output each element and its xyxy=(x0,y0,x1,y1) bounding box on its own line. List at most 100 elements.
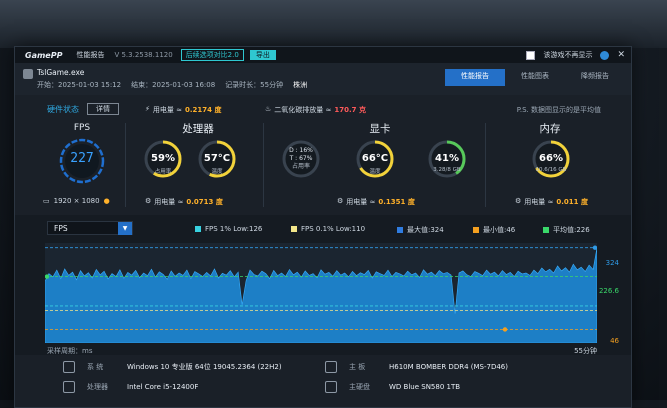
gpu-title: 显卡 xyxy=(369,123,391,135)
memory-usage-value: 66% xyxy=(539,153,563,164)
total-power-label: 用电量 ≈ xyxy=(152,106,183,114)
legend-swatch xyxy=(195,226,201,232)
gamepp-report-window: GamePP 性能报告 V 5.3.2538.1120 后续选项对比2.0 导出… xyxy=(14,46,632,408)
hardware-header: 硬件状态 详情 xyxy=(47,103,119,115)
gpu-power-value: 0.1351 度 xyxy=(378,198,415,206)
tab-performance-chart[interactable]: 性能图表 xyxy=(505,69,565,86)
gpu-section: 显卡 xyxy=(285,121,475,136)
legend-label: 最大值:324 xyxy=(407,226,444,234)
fps-chart-panel: FPS ▼ FPS 1% Low:126 FPS 0.1% Low:110 最大… xyxy=(15,215,631,355)
legend-swatch xyxy=(473,227,479,233)
monitor-icon: ▭ xyxy=(43,197,50,205)
legend-label: 平均值:226 xyxy=(553,226,590,234)
resolution-row: ▭ 1920 × 1080 ● xyxy=(43,197,110,205)
system-cpu-value: Intel Core i5-12400F xyxy=(127,383,199,391)
cpu-temp-label: 温度 xyxy=(211,169,223,175)
hardware-status-label: 硬件状态 xyxy=(47,104,79,114)
cpu-section: 处理器 xyxy=(143,121,253,136)
divider xyxy=(125,123,126,207)
game-name: TslGame.exe xyxy=(37,68,85,77)
window-title: 性能报告 xyxy=(76,51,105,59)
start-time: 开始：2025-01-03 15:12 xyxy=(37,81,122,89)
memory-power-value: 0.011 度 xyxy=(556,198,588,206)
co2-emission: ♨ 二氧化碳排放量 ≈ 170.7 克 xyxy=(265,105,366,115)
system-os-value: Windows 10 专业版 64位 19045.2364 (22H2) xyxy=(127,363,282,371)
cpu-power: ⚙ 用电量 ≈ 0.0713 度 xyxy=(145,197,223,207)
cpu-power-value: 0.0713 度 xyxy=(186,198,223,206)
dont-show-checkbox[interactable] xyxy=(526,50,536,60)
system-board-row: 主 板 H610M BOMBER DDR4 (MS-7D46) xyxy=(325,361,508,373)
system-cpu-row: 处理器 Intel Core i5-12400F xyxy=(63,381,198,393)
gpu-d-usage: D : 16% xyxy=(289,147,313,154)
windows-icon xyxy=(63,361,75,373)
system-board-value: H610M BOMBER DDR4 (MS-7D46) xyxy=(389,363,508,371)
game-session-info: 开始：2025-01-03 15:12 结束：2025-01-03 16:08 … xyxy=(37,80,307,90)
background-photo xyxy=(0,0,667,48)
total-power-value: 0.2174 度 xyxy=(185,106,222,114)
metric-select[interactable]: FPS ▼ xyxy=(47,221,133,235)
gpu-usage-text: D : 16% T : 67% 占用率 xyxy=(281,147,321,171)
fps-chart xyxy=(45,243,597,343)
legend-1pct-low: FPS 1% Low:126 xyxy=(195,225,262,233)
gpu-temp-value: 66°C xyxy=(361,153,389,164)
metric-select-value: FPS xyxy=(54,224,68,233)
tab-performance-report[interactable]: 性能报告 xyxy=(445,69,505,86)
resolution-value: 1920 × 1080 xyxy=(53,197,100,205)
co2-label: 二氧化碳排放量 ≈ xyxy=(274,106,332,114)
cpu-usage-label: 占用率 xyxy=(154,169,172,175)
titlebar: GamePP 性能报告 V 5.3.2538.1120 后续选项对比2.0 导出… xyxy=(15,47,631,63)
tab-throttle-report[interactable]: 降频报告 xyxy=(565,69,625,86)
cpu-usage-value: 59% xyxy=(151,153,175,164)
system-disk-key: 主硬盘 xyxy=(349,383,370,391)
legend-swatch xyxy=(543,227,549,233)
system-disk-value: WD Blue SN580 1TB xyxy=(389,383,461,391)
game-info-bar: TslGame.exe 开始：2025-01-03 15:12 结束：2025-… xyxy=(15,63,631,95)
resolution-help-icon[interactable]: ● xyxy=(104,197,110,205)
hardware-panel: 硬件状态 详情 ⚡ 用电量 ≈ 0.2174 度 ♨ 二氧化碳排放量 ≈ 170… xyxy=(15,95,631,213)
export-button[interactable]: 导出 xyxy=(249,50,276,60)
memory-power-label: 用电量 ≈ xyxy=(524,198,554,206)
close-icon[interactable]: ✕ xyxy=(617,50,625,60)
duration: 记录时长：55分钟 xyxy=(225,81,284,89)
gpu-t-usage: T : 67% xyxy=(289,155,313,162)
gpu-memory-value: 41% xyxy=(435,153,459,164)
legend-max: 最大值:324 xyxy=(397,225,444,235)
avg-marker xyxy=(45,274,50,279)
cpu-power-icon: ⚙ xyxy=(145,197,152,205)
location: 株洲 xyxy=(293,81,308,89)
divider xyxy=(485,123,486,207)
legend-label: 最小值:46 xyxy=(483,226,516,234)
app-logo: GamePP xyxy=(25,50,63,60)
cpu-icon xyxy=(63,381,75,393)
legend-0-1pct-low: FPS 0.1% Low:110 xyxy=(291,225,365,233)
chevron-down-icon[interactable]: ▼ xyxy=(118,222,132,235)
legend-swatch xyxy=(397,227,403,233)
fps-summary: FPS 227 xyxy=(47,123,117,188)
gpu-usage-label: 占用率 xyxy=(291,163,310,170)
legend-label: FPS 1% Low:126 xyxy=(205,225,263,233)
memory-title: 内存 xyxy=(539,123,561,135)
titlebar-right: 该游戏不再显示 ✕ xyxy=(526,50,625,60)
system-disk-row: 主硬盘 WD Blue SN580 1TB xyxy=(325,381,460,393)
cpu-temp-value: 57°C xyxy=(203,153,231,164)
settings-dot-icon[interactable] xyxy=(600,50,610,60)
y-tick-avg: 226.6 xyxy=(598,287,619,295)
divider xyxy=(263,123,264,207)
dont-show-label: 该游戏不再显示 xyxy=(543,51,593,59)
legend-avg: 平均值:226 xyxy=(543,225,590,235)
memory-power: ⚙ 用电量 ≈ 0.011 度 xyxy=(515,197,588,207)
system-info: 系 统 Windows 10 专业版 64位 19045.2364 (22H2)… xyxy=(15,355,631,407)
cpu-title: 处理器 xyxy=(182,123,214,135)
fps-title: FPS xyxy=(73,123,91,133)
detail-button[interactable]: 详情 xyxy=(87,103,119,115)
fps-value: 227 xyxy=(70,151,94,166)
ps-note: P.S. 数据图显示的是平均值 xyxy=(516,106,601,114)
compare-button[interactable]: 后续选项对比2.0 xyxy=(180,49,244,61)
y-tick-min: 46 xyxy=(610,337,619,345)
system-os-row: 系 统 Windows 10 专业版 64位 19045.2364 (22H2) xyxy=(63,361,282,373)
system-os-key: 系 统 xyxy=(87,363,104,371)
gpu-power-icon: ⚙ xyxy=(337,197,344,205)
gpu-memory-label: 3.28/8 GB xyxy=(433,167,461,173)
power-icon: ⚡ xyxy=(145,105,150,113)
end-time: 结束：2025-01-03 16:08 xyxy=(131,81,216,89)
